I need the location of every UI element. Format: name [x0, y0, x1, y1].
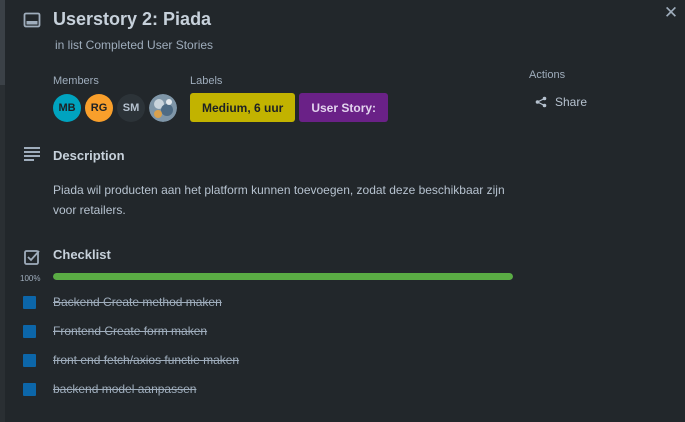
checkbox-checked[interactable]	[23, 295, 36, 309]
card-list-name: in list Completed User Stories	[55, 38, 214, 52]
checklist-progress-bar	[53, 273, 513, 280]
avatar[interactable]: MB	[53, 94, 81, 122]
label-user-story[interactable]: User Story:	[299, 93, 389, 122]
checkbox-checked[interactable]	[23, 382, 36, 396]
avatar[interactable]: RG	[85, 94, 113, 122]
labels-label: Labels	[190, 75, 223, 87]
label-medium[interactable]: Medium, 6 uur	[190, 93, 296, 122]
checklist-heading: Checklist	[53, 247, 111, 262]
checklist-progress-fill	[53, 273, 513, 280]
card-detail-modal: Userstory 2: Piada in list Completed Use…	[5, 0, 685, 422]
checklist-progress-percent: 100%	[20, 274, 41, 283]
checklist-icon	[24, 250, 40, 265]
description-text[interactable]: Piada wil producten aan het platform kun…	[53, 180, 518, 220]
close-icon[interactable]: ✕	[662, 4, 680, 22]
actions-label: Actions	[529, 69, 566, 81]
checklist-item[interactable]: front end fetch/axios functie maken	[23, 350, 523, 370]
share-icon	[535, 96, 547, 108]
description-heading: Description	[53, 148, 125, 163]
description-icon	[24, 147, 40, 161]
avatar-photo[interactable]	[149, 94, 177, 122]
avatar[interactable]: SM	[117, 94, 145, 122]
checklist-item-text[interactable]: backend model aanpassen	[53, 382, 196, 396]
checkbox-checked[interactable]	[23, 353, 36, 367]
checklist-item[interactable]: backend model aanpassen	[23, 379, 523, 399]
checkbox-checked[interactable]	[23, 324, 36, 338]
checklist-item[interactable]: Frontend Create form maken	[23, 321, 523, 341]
members-label: Members	[53, 75, 99, 87]
checklist-item-text[interactable]: Frontend Create form maken	[53, 324, 207, 338]
share-button[interactable]: Share	[535, 93, 587, 111]
checklist-item-text[interactable]: Backend Create method maken	[53, 295, 222, 309]
checklist-item-text[interactable]: front end fetch/axios functie maken	[53, 353, 239, 367]
members-list: MB RG SM	[53, 94, 177, 122]
checklist-item[interactable]: Backend Create method maken	[23, 292, 523, 312]
avatar-photo-image	[149, 94, 177, 122]
card-title: Userstory 2: Piada	[53, 9, 212, 29]
labels-list: Medium, 6 uur User Story:	[190, 93, 389, 122]
card-icon	[23, 12, 41, 28]
share-label: Share	[555, 95, 588, 109]
